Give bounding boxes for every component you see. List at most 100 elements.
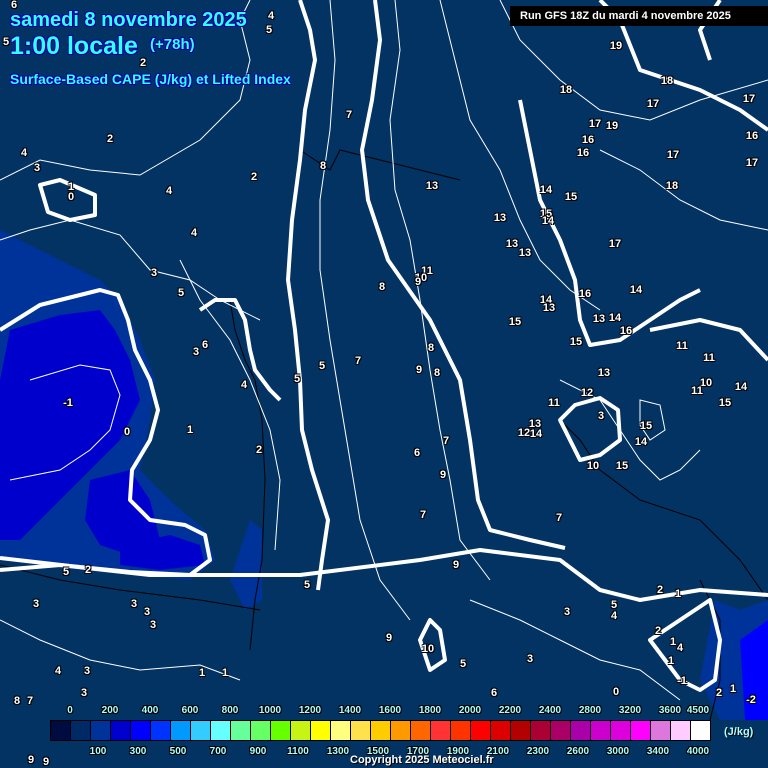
lifted-index-label: 2 (250, 171, 258, 183)
lifted-index-label: 10 (586, 460, 600, 472)
lifted-index-label: 16 (576, 147, 590, 159)
legend-swatch (391, 721, 411, 740)
lifted-index-label: 3 (130, 598, 138, 610)
lifted-index-label: 11 (691, 385, 703, 397)
lifted-index-label: 4 (676, 642, 684, 654)
lifted-index-label: 9 (452, 559, 460, 571)
lifted-index-label: 1 (221, 667, 229, 679)
lifted-index-label: 18 (559, 84, 573, 96)
lifted-index-label: 12 (580, 387, 594, 399)
lifted-index-label: 7 (442, 435, 450, 447)
lifted-index-label: 3 (32, 598, 40, 610)
lifted-index-label: 14 (634, 436, 648, 448)
legend-swatch (471, 721, 491, 740)
legend-swatch (351, 721, 371, 740)
legend-swatch (571, 721, 591, 740)
legend-swatch (231, 721, 251, 740)
lifted-index-label: 9 (439, 469, 447, 481)
lifted-index-label: 14 (539, 184, 553, 196)
lifted-index-label: 9 (414, 276, 422, 288)
legend-swatch (551, 721, 571, 740)
legend-tick-bottom: 300 (129, 746, 147, 757)
lifted-index-label: 6 (413, 447, 421, 459)
lifted-index-label: 17 (608, 238, 622, 250)
lifted-index-label: 6 (490, 687, 498, 699)
lifted-index-label: 4 (190, 227, 198, 239)
lifted-index-label: 15 (718, 397, 732, 409)
lifted-index-label: 3 (563, 606, 571, 618)
legend-swatch (611, 721, 631, 740)
legend-tick-top: 2800 (578, 705, 602, 716)
lifted-index-label: 15 (639, 420, 653, 432)
lifted-index-label: 7 (555, 512, 563, 524)
legend-swatch (71, 721, 91, 740)
lifted-index-label: 17 (742, 93, 756, 105)
lifted-index-label: 8 (13, 695, 21, 707)
lifted-index-label: 9 (415, 364, 423, 376)
legend-tick-bottom: 100 (89, 746, 107, 757)
lifted-index-label: 1 (729, 683, 737, 695)
lifted-index-label: 14 (529, 428, 543, 440)
lifted-index-label: 16 (619, 325, 633, 337)
lifted-index-label: 3 (143, 606, 151, 618)
lifted-index-label: 3 (33, 162, 41, 174)
legend-swatch (671, 721, 691, 740)
forecast-lead-time: (+78h) (150, 36, 195, 53)
legend-swatch (431, 721, 451, 740)
lifted-index-label: 4 (267, 10, 275, 22)
legend-swatch (191, 721, 211, 740)
lifted-index-label: 4 (165, 185, 173, 197)
lifted-index-label: 16 (745, 130, 759, 142)
legend-swatch (411, 721, 431, 740)
lifted-index-label: 11 (676, 340, 688, 352)
lifted-index-label: 5 (318, 360, 326, 372)
lifted-index-label: 17 (588, 118, 602, 130)
lifted-index-label: 17 (646, 98, 660, 110)
legend-swatch (291, 721, 311, 740)
legend-tick-top: 2000 (458, 705, 482, 716)
lifted-index-label: 16 (578, 288, 592, 300)
legend-swatch (311, 721, 331, 740)
lifted-index-label: 5 (177, 287, 185, 299)
legend-unit: (J/kg) (724, 726, 754, 738)
lifted-index-label: 0 (123, 426, 131, 438)
lifted-index-label: 0 (67, 191, 75, 203)
legend-swatch (691, 721, 710, 740)
lifted-index-label: 1 (669, 636, 677, 648)
legend-swatch (271, 721, 291, 740)
legend-tick-bottom: 4000 (686, 746, 710, 757)
legend-tick-top: 400 (141, 705, 159, 716)
lifted-index-label: 15 (564, 191, 578, 203)
lifted-index-label: 3 (597, 410, 605, 422)
lifted-index-label: 13 (425, 180, 439, 192)
cape-map (0, 0, 768, 721)
legend-tick-bottom: 2600 (566, 746, 590, 757)
legend-swatch (511, 721, 531, 740)
lifted-index-label: 2 (84, 564, 92, 576)
legend-swatch (331, 721, 351, 740)
legend-tick-top: 3600 (658, 705, 682, 716)
weather-map-view: 6 4 5 5 19 2 7 18 18 17 17 17 19 16 4 2 3 8 16 16 17 17 2 1 0 4 13… (0, 0, 768, 768)
lifted-index-label: 15 (615, 460, 629, 472)
legend-tick-top: 800 (221, 705, 239, 716)
lifted-index-label: 10 (421, 643, 435, 655)
lifted-index-label: -1 (677, 675, 687, 687)
lifted-index-label: 0 (612, 686, 620, 698)
lifted-index-label: 13 (493, 212, 507, 224)
lifted-index-label: 16 (581, 134, 595, 146)
legend-tick-bottom: 500 (169, 746, 187, 757)
legend-swatch (491, 721, 511, 740)
lifted-index-label: 4 (20, 147, 28, 159)
legend-swatch (371, 721, 391, 740)
lifted-index-label: 6 (201, 339, 209, 351)
lifted-index-label: 18 (660, 75, 674, 87)
lifted-index-label: 7 (345, 109, 353, 121)
lifted-index-label: 13 (518, 247, 532, 259)
legend-tick-top: 2400 (538, 705, 562, 716)
lifted-index-label: 5 (303, 579, 311, 591)
legend-swatch (131, 721, 151, 740)
legend-swatch (151, 721, 171, 740)
lifted-index-label: -1 (63, 397, 73, 409)
legend-swatch (451, 721, 471, 740)
lifted-index-label: 2 (715, 687, 723, 699)
